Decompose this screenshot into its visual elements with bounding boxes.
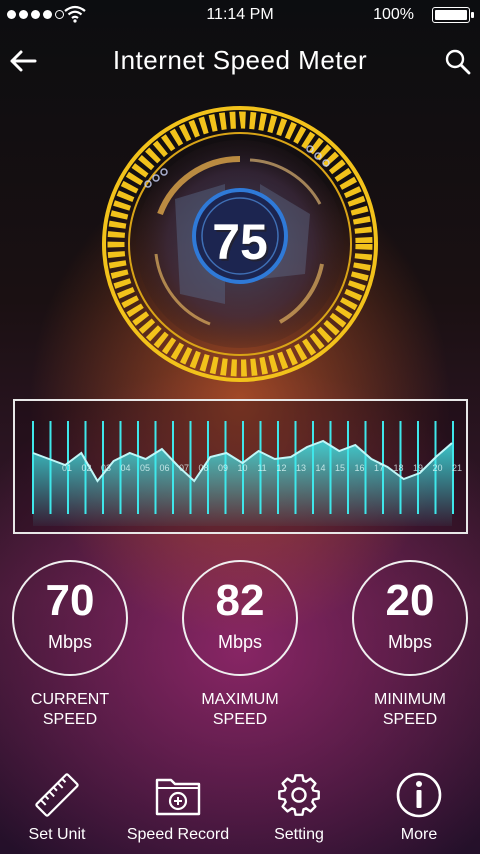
ruler-icon [35, 773, 79, 817]
graph-tick-label: 10 [237, 463, 247, 473]
current-speed-value: 70 [45, 576, 95, 625]
app-header: Internet Speed Meter [0, 40, 480, 84]
graph-tick-label: 08 [198, 463, 208, 473]
graph-tick-label: 19 [413, 463, 423, 473]
minimum-speed-stat: 20 Mbps MINIMUM SPEED [352, 560, 468, 730]
minimum-speed-value: 20 [385, 576, 435, 625]
graph-tick-label: 01 [62, 463, 72, 473]
nav-set-unit[interactable]: Set Unit [0, 770, 117, 844]
graph-tick-label: 16 [354, 463, 364, 473]
speed-gauge: 75 [100, 104, 380, 384]
nav-more-label: More [400, 826, 438, 843]
minimum-speed-circle: 20 Mbps [352, 560, 468, 676]
minimum-speed-label: MINIMUM SPEED [352, 690, 468, 730]
folder-record-icon [155, 778, 201, 816]
graph-tick-label: 03 [101, 463, 111, 473]
graph-tick-label: 07 [179, 463, 189, 473]
graph-tick-label: 14 [315, 463, 325, 473]
graph-tick-label: 11 [257, 463, 266, 473]
graph-tick-label: 18 [393, 463, 403, 473]
status-bar: 11:14 PM 100% [0, 0, 480, 30]
graph-tick-label: 09 [218, 463, 228, 473]
maximum-speed-unit: Mbps [217, 632, 262, 652]
graph-tick-label: 21 [452, 463, 462, 473]
current-speed-label: CURRENT SPEED [12, 690, 128, 730]
nav-set-unit-label: Set Unit [28, 826, 86, 843]
battery-icon [432, 7, 474, 23]
current-speed-label-line2: SPEED [42, 711, 98, 728]
current-speed-unit: Mbps [47, 632, 92, 652]
nav-setting[interactable]: Setting [239, 770, 359, 844]
graph-tick-label: 15 [335, 463, 345, 473]
minimum-speed-unit: Mbps [387, 632, 432, 652]
nav-setting-label: Setting [274, 826, 324, 843]
graph-tick-label: 12 [276, 463, 286, 473]
graph-tick-label: 17 [374, 463, 384, 473]
gear-icon [278, 774, 320, 816]
nav-speed-record-label: Speed Record [126, 826, 230, 843]
maximum-speed-label-line2: SPEED [212, 711, 268, 728]
nav-more[interactable]: More [359, 770, 479, 844]
graph-tick-label: 20 [432, 463, 442, 473]
graph-tick-label: 05 [140, 463, 150, 473]
gauge-speed-value: 75 [212, 214, 268, 270]
nav-speed-record[interactable]: Speed Record [118, 770, 238, 844]
battery-percent: 100% [373, 6, 414, 23]
minimum-speed-label-line2: SPEED [382, 711, 438, 728]
current-speed-stat: 70 Mbps CURRENT SPEED [12, 560, 128, 730]
graph-tick-label: 13 [296, 463, 306, 473]
maximum-speed-label-line1: MAXIMUM [201, 691, 279, 708]
graph-tick-label: 06 [159, 463, 169, 473]
maximum-speed-value: 82 [215, 576, 265, 625]
current-speed-label-line1: CURRENT [30, 691, 110, 708]
minimum-speed-label-line1: MINIMUM [374, 691, 446, 708]
current-speed-circle: 70 Mbps [12, 560, 128, 676]
maximum-speed-circle: 82 Mbps [182, 560, 298, 676]
graph-tick-label: 04 [120, 463, 130, 473]
speed-graph: 01 02 03 04 05 06 07 08 09 10 11 12 13 14 15 16 17 18 19 20… [13, 399, 468, 534]
maximum-speed-label: MAXIMUM SPEED [182, 690, 298, 730]
maximum-speed-stat: 82 Mbps MAXIMUM SPEED [182, 560, 298, 730]
graph-tick-label: 02 [81, 463, 91, 473]
search-icon[interactable] [444, 48, 472, 76]
page-title: Internet Speed Meter [112, 45, 368, 75]
info-icon [396, 772, 442, 818]
